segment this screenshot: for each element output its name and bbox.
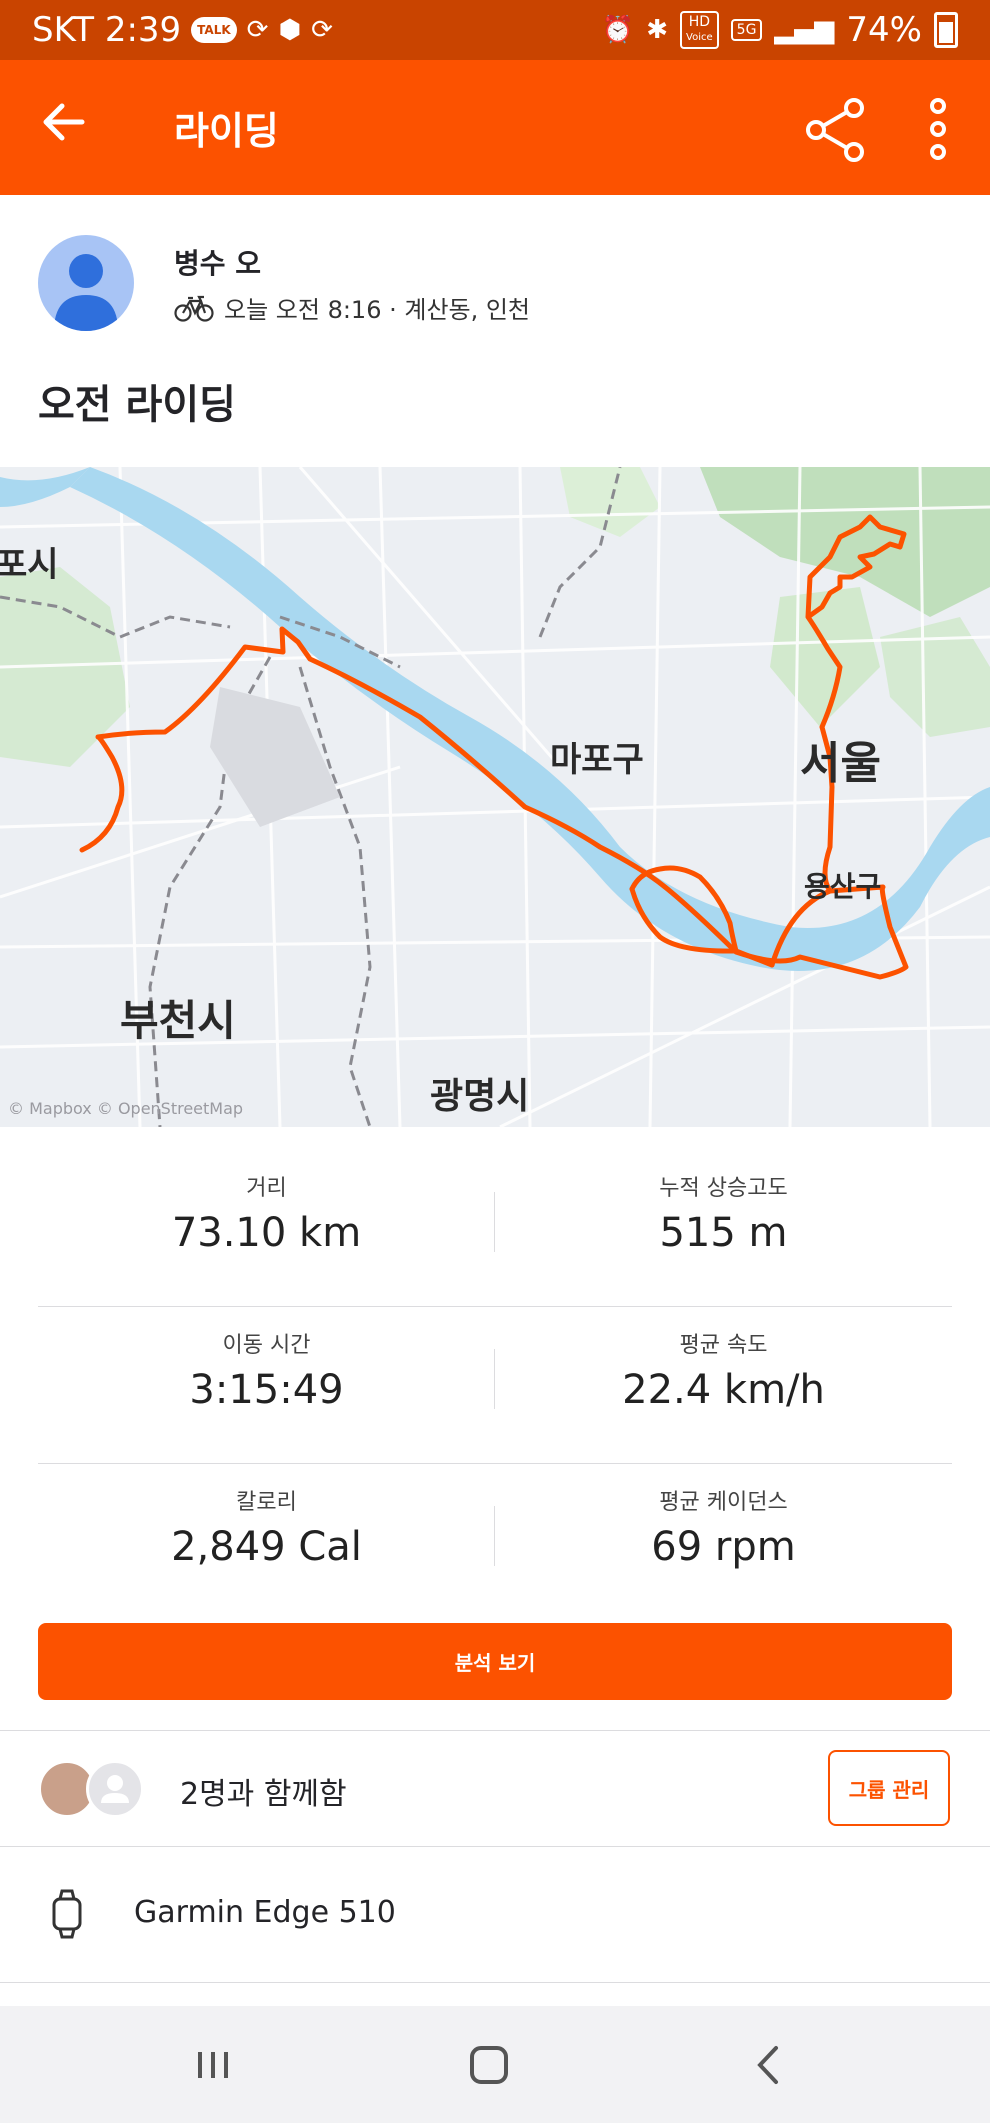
- back-button[interactable]: [38, 96, 98, 156]
- hd-voice-icon: HD Voice: [680, 11, 719, 49]
- battery-percent: 74%: [846, 10, 922, 50]
- kakaotalk-icon: TALK: [191, 17, 237, 43]
- stat-distance: 거리 73.10 km: [38, 1170, 495, 1256]
- map-label-mapo: 마포구: [550, 740, 644, 780]
- map-label-seoul: 서울: [800, 738, 881, 789]
- signal-icon: ▂▄▆: [774, 15, 835, 45]
- alarm-icon: ⏰: [601, 15, 635, 45]
- sync-icon: ⟳: [246, 15, 269, 45]
- person-icon: [54, 254, 118, 331]
- system-nav-bar: [0, 2006, 990, 2123]
- arrow-left-icon: [43, 103, 85, 141]
- route-map[interactable]: 포시 마포구 서울 용산구 부천시 광명시 © Mapbox © OpenStr…: [0, 467, 990, 1127]
- stats-row-1: 거리 73.10 km 누적 상승고도 515 m: [38, 1150, 952, 1307]
- stat-calories-label: 칼로리: [236, 1490, 297, 1515]
- view-analysis-button[interactable]: 분석 보기: [38, 1623, 952, 1700]
- stat-avg-cadence-value: 69 rpm: [651, 1524, 796, 1570]
- sync-icon-2: ⟳: [311, 15, 333, 45]
- map-attribution[interactable]: © Mapbox © OpenStreetMap: [8, 1099, 243, 1118]
- battery-icon: [934, 12, 958, 48]
- device-row: Garmin Edge 510: [0, 1847, 990, 1981]
- stat-avg-cadence-label: 평균 케이던스: [659, 1490, 788, 1515]
- stat-avg-cadence: 평균 케이던스 69 rpm: [495, 1484, 952, 1570]
- bicycle-icon: [174, 295, 214, 322]
- stat-avg-speed-label: 평균 속도: [679, 1333, 768, 1358]
- activity-stats: 거리 73.10 km 누적 상승고도 515 m 이동 시간 3:15:49 …: [38, 1150, 952, 1620]
- stat-avg-speed-value: 22.4 km/h: [622, 1367, 825, 1413]
- map-label-gwangmyeong: 광명시: [430, 1076, 530, 1117]
- stat-moving-time: 이동 시간 3:15:49: [38, 1327, 495, 1413]
- stat-avg-speed: 평균 속도 22.4 km/h: [495, 1327, 952, 1413]
- stat-distance-value: 73.10 km: [171, 1210, 362, 1256]
- box-icon: ⬢: [278, 15, 302, 45]
- share-icon: [806, 98, 864, 162]
- 5g-icon: 5G: [730, 19, 763, 41]
- group-member-avatar-placeholder: [86, 1760, 144, 1818]
- home-icon[interactable]: [464, 2040, 514, 2090]
- group-participants-text: 2명과 함께함: [180, 1777, 347, 1812]
- divider: [0, 1982, 990, 1983]
- stats-row-3: 칼로리 2,849 Cal 평균 케이던스 69 rpm: [38, 1464, 952, 1620]
- map-label-yongsan: 용산구: [804, 870, 882, 903]
- stat-distance-label: 거리: [246, 1176, 287, 1201]
- activity-date-location: 오늘 오전 8:16 · 계산동, 인천: [224, 296, 531, 324]
- status-bar: SKT 2:39 TALK ⟳ ⬢ ⟳ ⏰ ✱ HD Voice 5G ▂▄▆ 7…: [0, 0, 990, 60]
- athlete-name[interactable]: 병수 오: [174, 242, 261, 282]
- back-nav-icon[interactable]: [744, 2040, 794, 2090]
- share-button[interactable]: [800, 94, 870, 164]
- status-time: SKT 2:39: [32, 10, 182, 50]
- stat-calories: 칼로리 2,849 Cal: [38, 1484, 495, 1570]
- stat-moving-time-value: 3:15:49: [189, 1367, 344, 1413]
- page-title: 라이딩: [174, 109, 279, 153]
- more-options-button[interactable]: [912, 94, 964, 164]
- map-label-gimpo: 포시: [0, 545, 59, 585]
- manage-group-button[interactable]: 그룹 관리: [828, 1750, 950, 1826]
- more-vertical-icon: [930, 98, 946, 160]
- recent-apps-icon[interactable]: [188, 2040, 238, 2090]
- bluetooth-icon: ✱: [646, 15, 669, 45]
- device-name: Garmin Edge 510: [134, 1895, 396, 1930]
- stat-elevation-value: 515 m: [659, 1210, 788, 1256]
- activity-meta: 오늘 오전 8:16 · 계산동, 인천: [174, 290, 530, 325]
- map-label-bucheon: 부천시: [120, 996, 236, 1045]
- activity-title: 오전 라이딩: [38, 382, 236, 428]
- person-icon: [101, 1775, 129, 1803]
- group-activity-row[interactable]: 2명과 함께함 그룹 관리: [0, 1731, 990, 1846]
- athlete-avatar[interactable]: [38, 235, 134, 331]
- stat-calories-value: 2,849 Cal: [171, 1524, 362, 1570]
- stat-elevation-label: 누적 상승고도: [659, 1176, 788, 1201]
- stat-moving-time-label: 이동 시간: [222, 1333, 311, 1358]
- watch-icon: [52, 1889, 82, 1939]
- app-bar: 라이딩: [0, 60, 990, 195]
- stat-elevation: 누적 상승고도 515 m: [495, 1170, 952, 1256]
- stats-row-2: 이동 시간 3:15:49 평균 속도 22.4 km/h: [38, 1307, 952, 1464]
